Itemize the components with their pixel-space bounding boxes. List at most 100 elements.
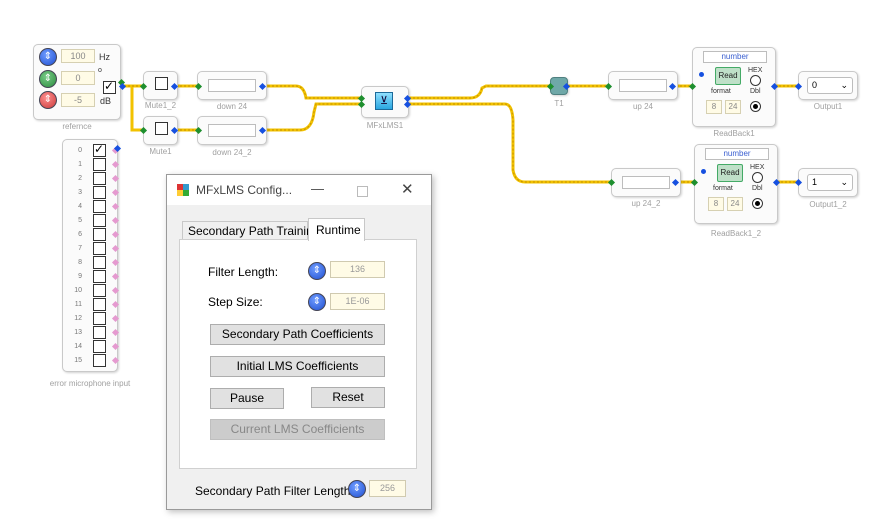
gain-knob-icon[interactable]: ⇕	[39, 91, 57, 109]
channel-pin-icon	[111, 244, 120, 253]
chevron-down-icon: ⌄	[840, 80, 848, 90]
channel-checkbox[interactable]	[93, 270, 106, 283]
pause-button[interactable]: Pause	[210, 388, 284, 409]
current-lms-coefficients-button[interactable]: Current LMS Coefficients	[210, 419, 385, 440]
channel-checkbox[interactable]	[93, 312, 106, 325]
phase-knob-icon[interactable]: ⇕	[39, 70, 57, 88]
channel-checkbox[interactable]	[93, 228, 106, 241]
channel-number: 9	[78, 273, 82, 280]
mute1-2-checkbox[interactable]	[155, 77, 168, 90]
readback1-2-title: number	[705, 148, 769, 160]
maximize-icon[interactable]	[357, 186, 368, 197]
channel-checkbox[interactable]	[93, 214, 106, 227]
chevron-down-icon: ⌄	[840, 177, 848, 187]
channel-checkbox[interactable]	[93, 200, 106, 213]
channel-checkbox[interactable]	[93, 158, 106, 171]
mfxlms-block[interactable]: ⊻	[361, 86, 409, 118]
mute1-checkbox[interactable]	[155, 122, 168, 135]
reference-enable-checkbox[interactable]	[103, 79, 116, 94]
tab-runtime[interactable]: Runtime	[308, 218, 365, 241]
channel-pin-icon	[111, 216, 120, 225]
readback1-2-hex-radio[interactable]	[752, 172, 763, 183]
error-mic-label: error microphone input	[49, 379, 131, 388]
tab-runtime-label: Runtime	[316, 223, 361, 237]
minimize-icon[interactable]: —	[311, 181, 324, 196]
channel-checkbox[interactable]	[93, 256, 106, 269]
readback1-format-label: format	[711, 88, 731, 95]
filter-icon[interactable]: ⊻	[375, 92, 393, 110]
channel-checkbox[interactable]	[93, 186, 106, 199]
gain-value[interactable]: -5	[61, 93, 95, 107]
output1-block[interactable]: 0 ⌄	[798, 71, 858, 100]
channel-checkbox[interactable]	[93, 326, 106, 339]
secondary-filter-length-field[interactable]: 256	[369, 480, 406, 497]
readback1-v1[interactable]: 8	[706, 100, 722, 114]
down24-field[interactable]	[208, 79, 256, 92]
channel-pin-icon	[111, 188, 120, 197]
channel-pin-icon	[111, 160, 120, 169]
channel-checkbox[interactable]	[93, 354, 106, 367]
secondary-path-coefficients-button[interactable]: Secondary Path Coefficients	[210, 324, 385, 345]
down24-2-label: down 24_2	[212, 148, 252, 157]
secondary-filter-length-label: Secondary Path Filter Length:	[195, 484, 354, 498]
up24-block[interactable]	[608, 71, 678, 100]
output1-2-select[interactable]: 1 ⌄	[807, 174, 853, 191]
runtime-panel: Filter Length: ⇕ 136 Step Size: ⇕ 1E-06 …	[179, 239, 417, 469]
channel-checkbox[interactable]	[93, 142, 106, 157]
filter-length-knob-icon[interactable]: ⇕	[308, 262, 326, 280]
mfxlms-config-dialog: MFxLMS Config... — ✕ Secondary Path Trai…	[166, 174, 432, 510]
down24-2-block[interactable]	[197, 116, 267, 145]
up24-2-field[interactable]	[622, 176, 670, 189]
secondary-filter-length-knob-icon[interactable]: ⇕	[348, 480, 366, 498]
readback1-2-led-icon	[701, 169, 706, 174]
filter-length-field[interactable]: 136	[330, 261, 385, 278]
freq-value[interactable]: 100	[61, 49, 95, 63]
reference-block[interactable]: ⇕ 100 Hz ⇕ 0 o ⇕ -5 dB	[33, 44, 121, 120]
readback1-2-dbl-label: Dbl	[752, 185, 763, 192]
channel-checkbox[interactable]	[93, 284, 106, 297]
step-size-field[interactable]: 1E-06	[330, 293, 385, 310]
readback1-2-block[interactable]: number Read HEX format Dbl 8 24	[694, 144, 778, 224]
readback1-block[interactable]: number Read HEX format Dbl 8 24	[692, 47, 776, 127]
tab-secondary-path-training[interactable]: Secondary Path Training	[182, 221, 319, 240]
output1-2-block[interactable]: 1 ⌄	[798, 168, 858, 197]
readback1-hex-label: HEX	[748, 67, 763, 74]
output1-label: Output1	[813, 102, 843, 111]
wire-mfx-t1	[407, 84, 552, 100]
mute1-2-label: Mute1_2	[144, 101, 177, 110]
readback1-v2[interactable]: 24	[725, 100, 741, 114]
gain-unit: dB	[100, 96, 112, 106]
channel-checkbox[interactable]	[93, 242, 106, 255]
channel-number: 8	[78, 259, 82, 266]
readback1-2-v1[interactable]: 8	[708, 197, 724, 211]
mfxlms-label: MFxLMS1	[366, 121, 404, 130]
close-icon[interactable]: ✕	[401, 180, 414, 198]
readback1-title: number	[703, 51, 767, 63]
up24-2-block[interactable]	[611, 168, 681, 197]
down24-2-field[interactable]	[208, 124, 256, 137]
readback1-2-read-button[interactable]: Read	[717, 164, 743, 182]
reset-button[interactable]: Reset	[311, 387, 385, 408]
channel-pin-icon	[111, 356, 120, 365]
readback1-2-v2[interactable]: 24	[727, 197, 743, 211]
phase-value[interactable]: 0	[61, 71, 95, 85]
readback1-2-dbl-radio[interactable]	[752, 198, 763, 209]
channel-number: 4	[78, 203, 82, 210]
wire-mfx-up242	[407, 102, 613, 184]
readback1-read-button[interactable]: Read	[715, 67, 741, 85]
channel-checkbox[interactable]	[93, 298, 106, 311]
channel-checkbox[interactable]	[93, 172, 106, 185]
channel-number: 0	[78, 147, 82, 154]
initial-lms-coefficients-button[interactable]: Initial LMS Coefficients	[210, 356, 385, 377]
output1-select[interactable]: 0 ⌄	[807, 77, 853, 94]
freq-knob-icon[interactable]: ⇕	[39, 48, 57, 66]
error-mic-block[interactable]: 0123456789101112131415	[62, 139, 120, 372]
up24-field[interactable]	[619, 79, 667, 92]
readback1-dbl-radio[interactable]	[750, 101, 761, 112]
channel-pin-icon	[111, 314, 120, 323]
readback1-hex-radio[interactable]	[750, 75, 761, 86]
down24-block[interactable]	[197, 71, 267, 100]
channel-checkbox[interactable]	[93, 340, 106, 353]
step-size-knob-icon[interactable]: ⇕	[308, 293, 326, 311]
freq-unit: Hz	[99, 52, 110, 62]
